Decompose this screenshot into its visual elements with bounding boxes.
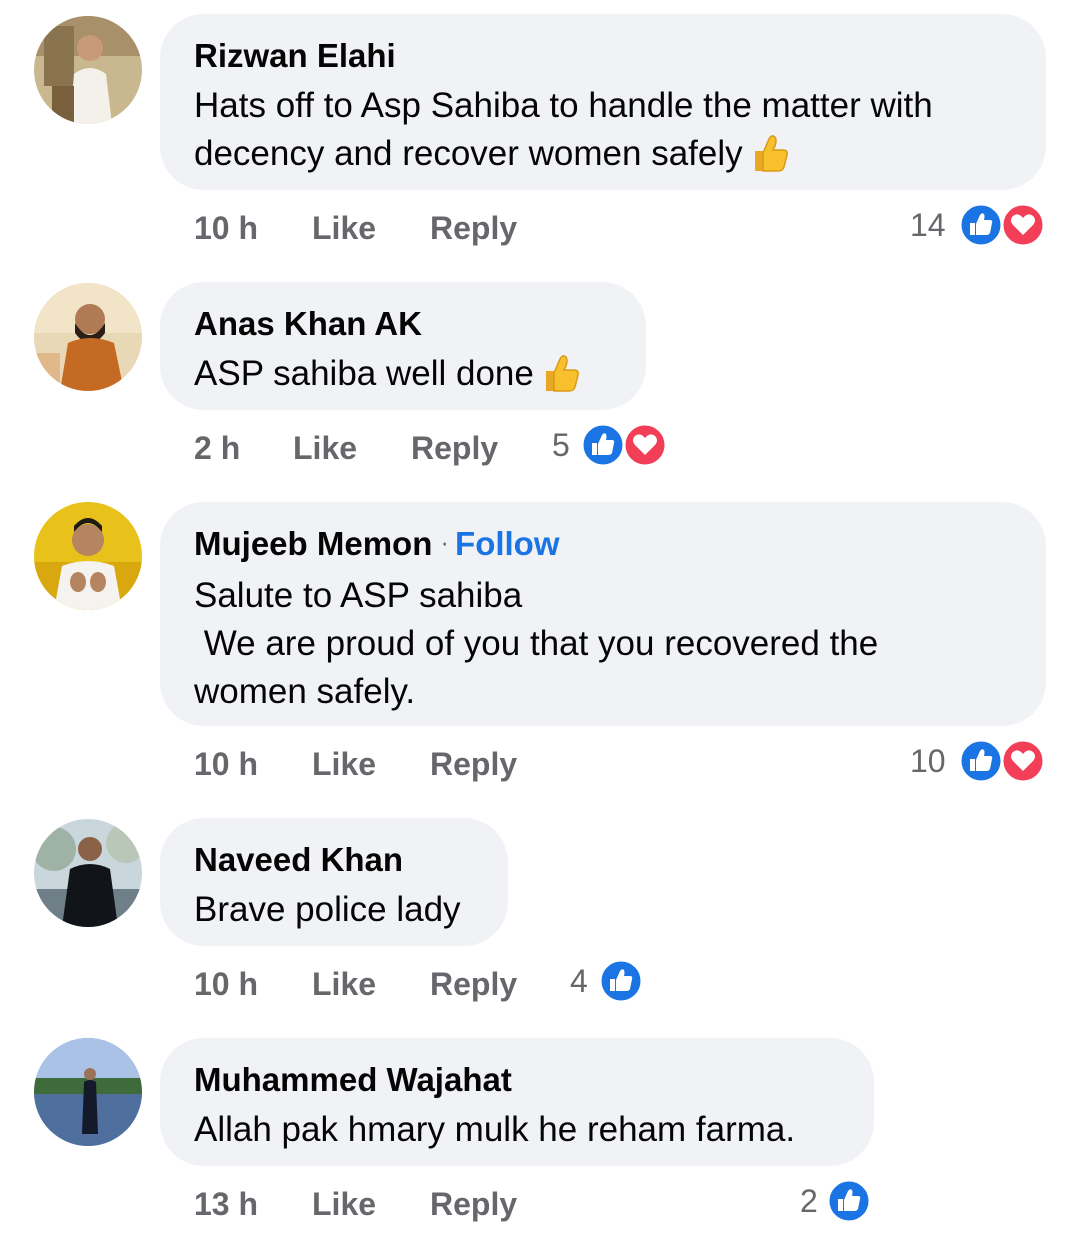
comment-bubble: Naveed Khan Brave police lady xyxy=(160,818,508,946)
love-reaction-icon xyxy=(622,422,668,468)
comment-text: ASP sahiba well done xyxy=(194,354,534,393)
comment-actions: 13 h Like Reply xyxy=(194,1184,554,1224)
comment-actions: 2 h Like Reply xyxy=(194,428,534,468)
comment-bubble: Muhammed Wajahat Allah pak hmary mulk he… xyxy=(160,1038,874,1166)
like-button[interactable]: Like xyxy=(312,1184,376,1224)
love-reaction-icon xyxy=(1000,738,1046,784)
avatar[interactable] xyxy=(34,1038,142,1146)
timestamp: 13 h xyxy=(194,1186,259,1222)
author-name[interactable]: Muhammed Wajahat xyxy=(194,1061,512,1098)
timestamp: 10 h xyxy=(194,210,259,246)
reaction-count: 4 xyxy=(570,963,588,999)
reaction-count: 2 xyxy=(800,1183,818,1219)
thumbs-up-emoji-icon xyxy=(542,353,580,406)
separator-dot: · xyxy=(440,527,450,557)
author-name[interactable]: Mujeeb Memon xyxy=(194,525,432,562)
comment-bubble: Anas Khan AK ASP sahiba well done xyxy=(160,282,646,410)
comment-text: Hats off to Asp Sahiba to handle the mat… xyxy=(194,86,933,173)
avatar[interactable] xyxy=(34,819,142,927)
follow-button[interactable]: Follow xyxy=(455,525,559,562)
reply-button[interactable]: Reply xyxy=(411,428,498,468)
like-reaction-icon xyxy=(958,202,1004,248)
reactions-summary[interactable]: 5 xyxy=(548,422,672,468)
comment-text: Salute to ASP sahiba We are proud of you… xyxy=(194,576,879,711)
author-name[interactable]: Naveed Khan xyxy=(194,841,403,878)
comment-text: Brave police lady xyxy=(194,890,461,929)
author-name[interactable]: Rizwan Elahi xyxy=(194,37,396,74)
timestamp: 10 h xyxy=(194,746,259,782)
author-name[interactable]: Anas Khan AK xyxy=(194,305,422,342)
reaction-count: 14 xyxy=(910,207,946,243)
like-button[interactable]: Like xyxy=(312,744,376,784)
reply-button[interactable]: Reply xyxy=(430,1184,517,1224)
reply-button[interactable]: Reply xyxy=(430,208,517,248)
avatar[interactable] xyxy=(34,283,142,391)
comment-bubble: Mujeeb Memon · Follow Salute to ASP sahiba… xyxy=(160,502,1046,726)
reactions-summary[interactable]: 4 xyxy=(566,958,646,1004)
like-reaction-icon xyxy=(598,958,644,1004)
reaction-count: 5 xyxy=(552,427,570,463)
like-button[interactable]: Like xyxy=(293,428,357,468)
comment-actions: 10 h Like Reply xyxy=(194,208,594,248)
like-reaction-icon xyxy=(580,422,626,468)
thumbs-up-emoji-icon xyxy=(751,133,789,186)
reply-button[interactable]: Reply xyxy=(430,964,517,1004)
like-button[interactable]: Like xyxy=(312,208,376,248)
reply-button[interactable]: Reply xyxy=(430,744,517,784)
comment-actions: 10 h Like Reply xyxy=(194,964,554,1004)
comment-actions: 10 h Like Reply xyxy=(194,744,594,784)
avatar[interactable] xyxy=(34,502,142,610)
reactions-summary[interactable]: 2 xyxy=(796,1178,876,1224)
reactions-summary[interactable]: 14 xyxy=(906,202,1048,248)
timestamp: 2 h xyxy=(194,430,241,466)
avatar[interactable] xyxy=(34,16,142,124)
comment-bubble: Rizwan Elahi Hats off to Asp Sahiba to h… xyxy=(160,14,1046,190)
reaction-count: 10 xyxy=(910,743,946,779)
love-reaction-icon xyxy=(1000,202,1046,248)
like-reaction-icon xyxy=(826,1178,872,1224)
timestamp: 10 h xyxy=(194,966,259,1002)
comment-text: Allah pak hmary mulk he reham farma. xyxy=(194,1110,796,1149)
reactions-summary[interactable]: 10 xyxy=(906,738,1048,784)
like-button[interactable]: Like xyxy=(312,964,376,1004)
like-reaction-icon xyxy=(958,738,1004,784)
